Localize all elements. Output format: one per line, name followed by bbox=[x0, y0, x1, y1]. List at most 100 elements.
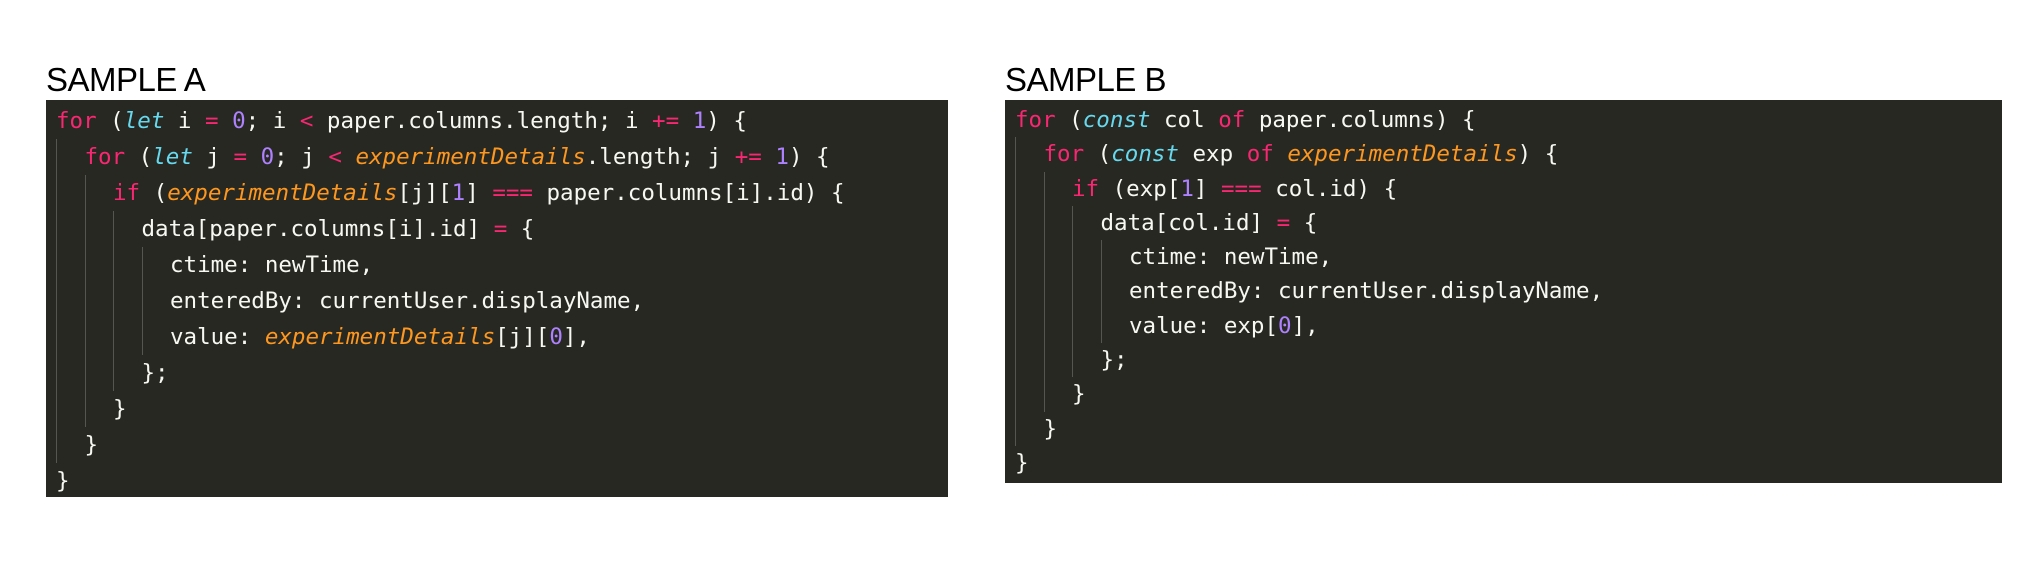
code-token: for bbox=[1015, 107, 1056, 133]
code-token: }; bbox=[141, 360, 169, 386]
indent-guide bbox=[141, 247, 171, 283]
indent-guide bbox=[84, 175, 114, 211]
code-line: if (exp[1] === col.id) { bbox=[1015, 171, 2002, 206]
code-token: const bbox=[1082, 107, 1151, 133]
indent-guide bbox=[1072, 205, 1101, 241]
code-token: { bbox=[507, 216, 535, 242]
indent-guide bbox=[1043, 205, 1073, 241]
code-text: for (const exp of experimentDetails) { bbox=[1044, 137, 1559, 171]
code-token: < bbox=[299, 108, 314, 134]
code-text: ctime: newTime, bbox=[170, 247, 373, 283]
indent-guide bbox=[56, 211, 85, 247]
code-text: data[col.id] = { bbox=[1101, 206, 1318, 240]
indent-guide bbox=[1043, 343, 1073, 378]
code-token: ( bbox=[1084, 141, 1112, 168]
code-token: of bbox=[1218, 107, 1246, 133]
indent-guide bbox=[56, 139, 85, 175]
indent-guide bbox=[113, 247, 142, 283]
indent-guide bbox=[84, 319, 114, 355]
indent-guide bbox=[1072, 308, 1101, 344]
code-line: for (let i = 0; i < paper.columns.length… bbox=[56, 103, 948, 139]
code-token: let bbox=[152, 144, 193, 170]
indent-guide bbox=[56, 355, 85, 391]
indent-guide bbox=[141, 283, 171, 319]
code-token: ) { bbox=[788, 144, 830, 170]
code-text: enteredBy: currentUser.displayName, bbox=[170, 283, 644, 319]
code-token: paper.columns.length; i bbox=[313, 108, 653, 134]
code-token: experimentDetails bbox=[355, 144, 586, 170]
code-text: }; bbox=[1101, 343, 1128, 377]
code-token: data[paper.columns[i].id] bbox=[141, 216, 494, 242]
code-text: value: exp[0], bbox=[1129, 309, 1319, 343]
code-token: paper.columns[i].id) { bbox=[532, 180, 845, 206]
indent-guide bbox=[1100, 274, 1130, 309]
code-line: data[col.id] = { bbox=[1015, 205, 2002, 241]
code-text: } bbox=[1044, 412, 1058, 446]
code-token: { bbox=[1290, 209, 1318, 236]
code-token: = bbox=[493, 216, 508, 242]
code-token: col.id) { bbox=[1261, 175, 1398, 202]
code-text: data[paper.columns[i].id] = { bbox=[142, 211, 535, 247]
indent-guide bbox=[56, 175, 85, 211]
sample-b-code-block: for (const col of paper.columns) {for (c… bbox=[1005, 100, 2002, 483]
code-token: 0 bbox=[1278, 312, 1292, 339]
indent-guide bbox=[84, 391, 114, 427]
code-text: enteredBy: currentUser.displayName, bbox=[1129, 274, 1603, 308]
indent-guide bbox=[1015, 171, 1044, 206]
indent-guide bbox=[1015, 274, 1044, 309]
code-line: value: exp[0], bbox=[1015, 308, 2002, 344]
code-token: } bbox=[1043, 415, 1058, 442]
code-token: += bbox=[734, 144, 762, 170]
code-text: }; bbox=[142, 355, 169, 391]
code-token: enteredBy: currentUser.displayName, bbox=[1129, 278, 1604, 305]
code-token: } bbox=[113, 396, 127, 422]
indent-guide bbox=[113, 283, 142, 319]
code-line: ctime: newTime, bbox=[56, 247, 948, 283]
code-token: === bbox=[492, 180, 533, 206]
indent-guide bbox=[113, 211, 142, 247]
code-text: for (const col of paper.columns) { bbox=[1015, 103, 1476, 137]
code-token: paper.columns) { bbox=[1245, 107, 1476, 133]
code-line: } bbox=[56, 463, 948, 499]
code-text: if (experimentDetails[j][1] === paper.co… bbox=[113, 175, 845, 211]
code-token: enteredBy: currentUser.displayName, bbox=[170, 288, 645, 314]
sample-a: SAMPLE A for (let i = 0; i < paper.colum… bbox=[46, 60, 948, 497]
code-token: value: bbox=[170, 324, 265, 350]
code-text: } bbox=[85, 427, 99, 463]
code-token: 0 bbox=[549, 324, 563, 350]
code-token: ( bbox=[125, 144, 153, 170]
code-token: ctime: newTime, bbox=[170, 252, 374, 278]
code-line: }; bbox=[56, 355, 948, 391]
indent-guide bbox=[141, 319, 171, 355]
code-token: ], bbox=[562, 324, 590, 350]
indent-guide bbox=[84, 211, 114, 247]
indent-guide bbox=[56, 247, 85, 283]
indent-guide bbox=[1043, 240, 1073, 275]
code-token: } bbox=[84, 432, 99, 458]
code-text: ctime: newTime, bbox=[1129, 240, 1332, 274]
code-text: for (let j = 0; j < experimentDetails.le… bbox=[85, 139, 830, 175]
code-token: ; i bbox=[245, 108, 300, 134]
indent-guide bbox=[1015, 308, 1044, 344]
code-token: [j][ bbox=[397, 180, 452, 206]
code-token: 1 bbox=[1180, 175, 1194, 202]
indent-guide bbox=[1015, 137, 1044, 172]
code-line: enteredBy: currentUser.displayName, bbox=[56, 283, 948, 319]
code-token: 0 bbox=[232, 108, 246, 134]
code-token: i bbox=[164, 108, 206, 134]
code-token: 1 bbox=[451, 180, 466, 206]
sample-a-title: SAMPLE A bbox=[46, 61, 206, 98]
indent-guide bbox=[1015, 411, 1044, 446]
code-line: ctime: newTime, bbox=[1015, 240, 2002, 275]
indent-guide bbox=[1072, 274, 1101, 309]
code-text: value: experimentDetails[j][0], bbox=[170, 319, 590, 355]
code-line: data[paper.columns[i].id] = { bbox=[56, 211, 948, 247]
indent-guide bbox=[113, 319, 142, 355]
code-token: ; j bbox=[274, 144, 329, 170]
code-token: col bbox=[1150, 107, 1219, 133]
